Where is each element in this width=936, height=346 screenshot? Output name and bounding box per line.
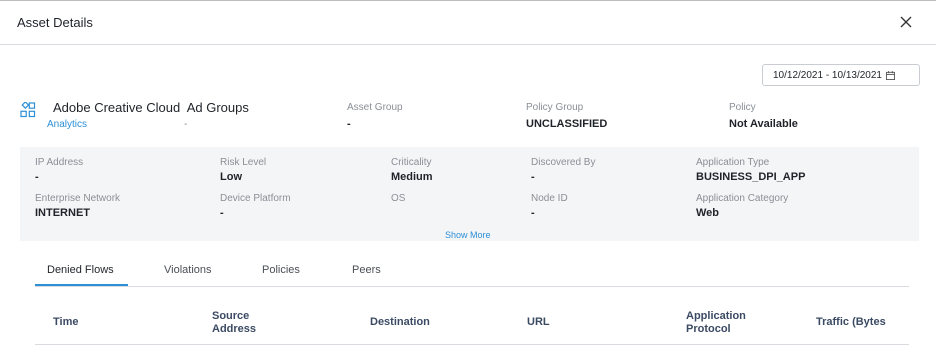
- column-header-traffic[interactable]: Traffic (Bytes: [816, 316, 909, 329]
- ip-address-label: IP Address: [35, 157, 84, 168]
- tab-violations[interactable]: Violations: [164, 264, 212, 276]
- column-header-url-label: URL: [527, 316, 550, 328]
- column-header-source-line2: Address: [212, 323, 257, 335]
- asset-secondary-value: -: [184, 119, 188, 130]
- column-header-app-protocol-line2: Protocol: [686, 323, 731, 335]
- asset-category-link[interactable]: Analytics: [47, 119, 87, 130]
- device-platform-value: -: [220, 207, 224, 219]
- node-id-value: -: [531, 207, 535, 219]
- table-header-divider: [35, 344, 909, 345]
- ip-address-value: -: [35, 171, 39, 183]
- discovered-by-value: -: [531, 171, 535, 183]
- column-header-app-protocol-line1: Application: [686, 310, 746, 322]
- column-header-url[interactable]: URL: [527, 316, 550, 329]
- discovered-by-label: Discovered By: [531, 157, 596, 168]
- dialog-title: Asset Details: [17, 15, 93, 30]
- device-platform-label: Device Platform: [220, 193, 291, 204]
- dialog-header: Asset Details: [0, 1, 936, 45]
- active-tab-indicator: [35, 284, 128, 286]
- column-header-source-address[interactable]: Source Address: [212, 310, 256, 336]
- application-category-label: Application Category: [696, 193, 789, 204]
- os-label: OS: [391, 193, 406, 204]
- enterprise-network-label: Enterprise Network: [35, 193, 121, 204]
- tab-bar: Denied Flows Violations Policies Peers: [35, 258, 909, 287]
- node-id-label: Node ID: [531, 193, 568, 204]
- show-more-link[interactable]: Show More: [445, 230, 491, 240]
- asset-group-label: Asset Group: [347, 102, 403, 113]
- column-header-source-line1: Source: [212, 310, 250, 322]
- calendar-icon: [885, 70, 895, 80]
- column-header-traffic-label: Traffic (Bytes: [816, 316, 886, 328]
- column-header-destination-label: Destination: [370, 316, 430, 328]
- risk-level-label: Risk Level: [220, 157, 267, 168]
- policy-group-value: UNCLASSIFIED: [526, 118, 608, 130]
- application-type-value: BUSINESS_DPI_APP: [696, 171, 806, 183]
- criticality-value: Medium: [391, 171, 433, 183]
- criticality-label: Criticality: [391, 157, 432, 168]
- enterprise-network-value: INTERNET: [35, 207, 90, 219]
- tab-denied-flows[interactable]: Denied Flows: [47, 264, 114, 276]
- column-header-time[interactable]: Time: [53, 316, 78, 329]
- date-range-picker[interactable]: 10/12/2021 - 10/13/2021: [762, 64, 920, 86]
- risk-level-value: Low: [220, 171, 242, 183]
- asset-group-value: -: [347, 118, 351, 130]
- application-type-label: Application Type: [696, 157, 770, 168]
- column-header-destination[interactable]: Destination: [370, 316, 430, 329]
- asset-grid-icon: [20, 102, 36, 118]
- column-header-time-label: Time: [53, 316, 79, 328]
- date-range-value: 10/12/2021 - 10/13/2021: [773, 69, 882, 81]
- tab-peers[interactable]: Peers: [352, 264, 381, 276]
- asset-details-dialog: Asset Details 10/12/2021 - 10/13/2021 Ad…: [0, 0, 936, 346]
- policy-label: Policy: [729, 102, 756, 113]
- policy-value: Not Available: [729, 118, 798, 130]
- policy-group-label: Policy Group: [526, 102, 584, 113]
- column-header-application-protocol[interactable]: Application Protocol: [686, 310, 746, 336]
- application-category-value: Web: [696, 207, 720, 219]
- asset-name: Adobe Creative Cloud Ad Groups: [53, 100, 249, 115]
- tab-policies[interactable]: Policies: [262, 264, 300, 276]
- close-icon[interactable]: [898, 14, 914, 30]
